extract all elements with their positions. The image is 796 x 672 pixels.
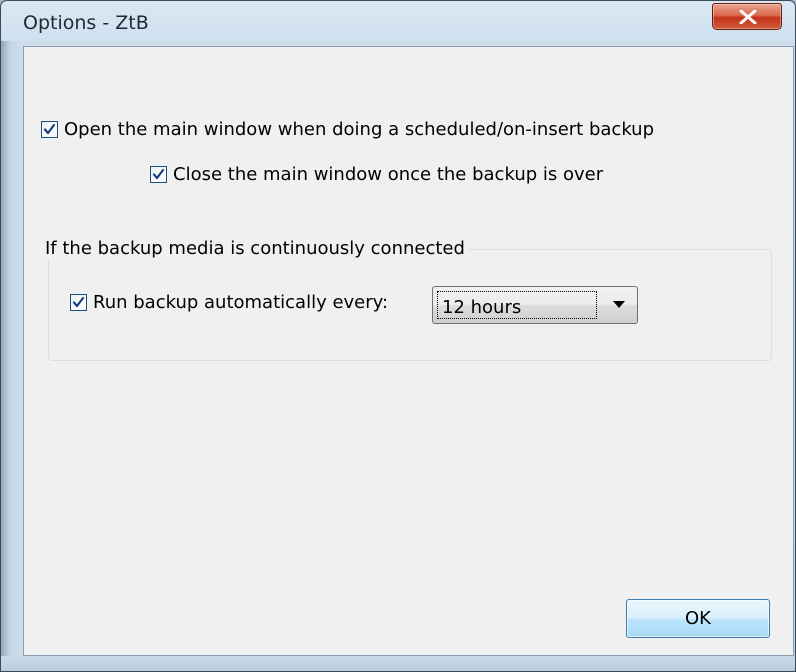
window-frame-bottom (1, 656, 795, 671)
group-legend: If the backup media is continuously conn… (41, 238, 469, 259)
close-main-window-label: Close the main window once the backup is… (173, 164, 604, 185)
run-backup-label: Run backup automatically every: (93, 292, 389, 313)
options-dialog: Options - ZtB Open the main window when … (0, 0, 796, 672)
checkmark-icon (152, 168, 165, 180)
checkmark-icon (43, 123, 56, 135)
open-main-window-checkbox[interactable] (41, 121, 58, 138)
chevron-down-icon[interactable] (613, 301, 625, 308)
close-main-window-option[interactable]: Close the main window once the backup is… (150, 164, 603, 185)
ok-button[interactable]: OK (626, 599, 770, 638)
close-icon (739, 10, 757, 24)
run-backup-checkbox[interactable] (70, 294, 87, 311)
interval-select-value: 12 hours (442, 297, 522, 318)
window-title: Options - ZtB (23, 12, 149, 34)
run-backup-option[interactable]: Run backup automatically every: (70, 292, 388, 313)
interval-select-focus: 12 hours (437, 291, 597, 319)
title-bar[interactable]: Options - ZtB (1, 1, 795, 41)
close-main-window-checkbox[interactable] (150, 166, 167, 183)
dialog-content: Open the main window when doing a schedu… (23, 46, 794, 656)
checkmark-icon (72, 296, 85, 308)
open-main-window-option[interactable]: Open the main window when doing a schedu… (41, 119, 654, 140)
open-main-window-label: Open the main window when doing a schedu… (64, 119, 655, 140)
close-button[interactable] (712, 3, 782, 30)
interval-select[interactable]: 12 hours (432, 286, 638, 324)
window-frame-left (1, 41, 23, 671)
